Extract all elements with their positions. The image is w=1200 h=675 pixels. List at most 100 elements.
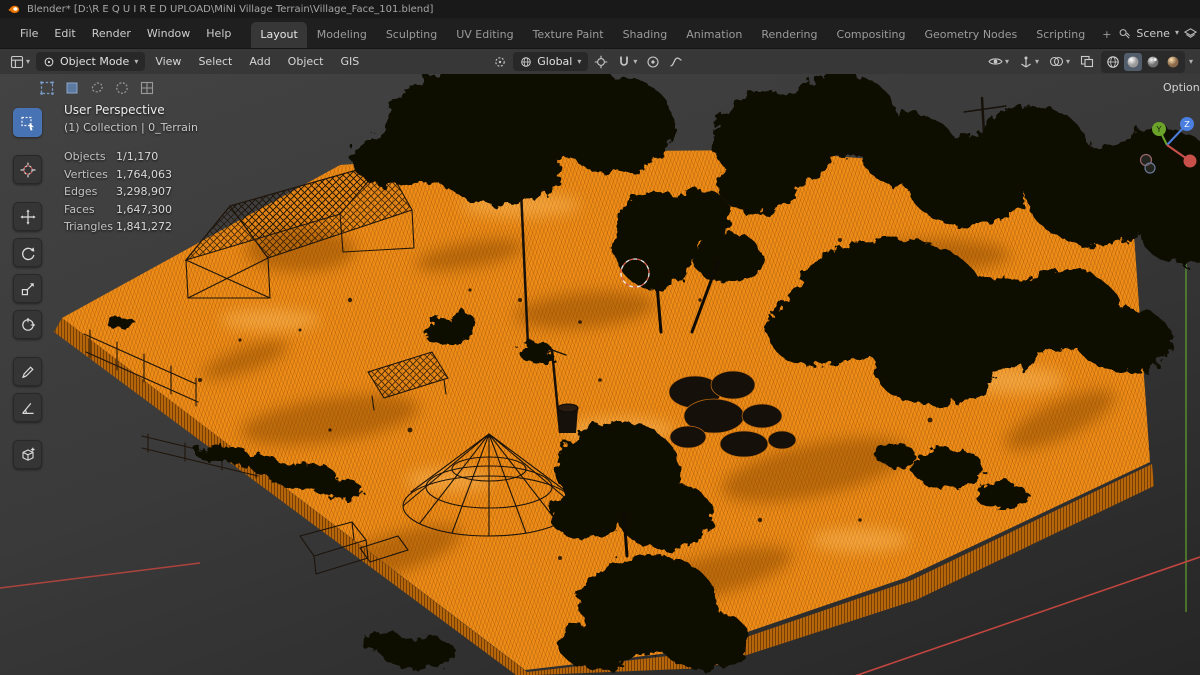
- tab-geometry-nodes[interactable]: Geometry Nodes: [915, 22, 1026, 48]
- viewport-overlay-stats: User Perspective (1) Collection | 0_Terr…: [64, 103, 198, 236]
- tool-measure[interactable]: [13, 393, 42, 422]
- barrel-object[interactable]: [557, 403, 579, 433]
- transform-pivot-button[interactable]: [490, 53, 510, 71]
- scene-name: Scene: [1136, 26, 1170, 40]
- xray-icon: [1080, 55, 1094, 68]
- falloff-curve-icon: [670, 56, 682, 67]
- view-layer-icon[interactable]: [1183, 27, 1197, 40]
- add-cube-icon: [21, 447, 34, 461]
- shading-mode-group: [1100, 50, 1185, 73]
- menu-gis[interactable]: GIS: [334, 52, 367, 71]
- chevron-down-icon: ▾: [1004, 56, 1009, 66]
- cursor-icon: [20, 162, 35, 177]
- tab-layout[interactable]: Layout: [251, 22, 307, 48]
- proportional-editing-button[interactable]: [643, 53, 663, 71]
- editor-type-icon: [10, 55, 24, 68]
- orientation-dropdown[interactable]: Global ▾: [513, 52, 589, 71]
- shading-wireframe-button[interactable]: [1104, 53, 1122, 71]
- tool-annotate[interactable]: [13, 357, 42, 386]
- menu-add[interactable]: Add: [242, 52, 277, 71]
- measure-icon: [21, 402, 34, 414]
- overlays-icon: [1049, 56, 1064, 67]
- viewport-3d[interactable]: Y Z Options: [0, 74, 1200, 675]
- menu-view[interactable]: View: [148, 52, 188, 71]
- menu-select[interactable]: Select: [191, 52, 239, 71]
- scene-icon: [1120, 28, 1131, 39]
- menu-render[interactable]: Render: [84, 23, 139, 44]
- annotate-pencil-icon: [21, 365, 34, 378]
- editor-type-button[interactable]: ▾: [7, 53, 33, 71]
- tool-cursor[interactable]: [13, 155, 42, 184]
- snap-toggle-button[interactable]: ▾: [614, 53, 640, 71]
- menu-window[interactable]: Window: [139, 23, 198, 44]
- options-button[interactable]: Options: [1163, 81, 1200, 94]
- gizmo-axis-negz-ball[interactable]: [1144, 162, 1156, 174]
- tab-rendering[interactable]: Rendering: [752, 22, 826, 48]
- tool-rotate[interactable]: [13, 238, 42, 267]
- object-visibility-button[interactable]: ▾: [985, 53, 1012, 70]
- shading-rendered-button[interactable]: [1164, 53, 1182, 71]
- stat-triangles: Triangles 1,841,272: [64, 220, 172, 233]
- tab-texture-paint[interactable]: Texture Paint: [524, 22, 613, 48]
- quick-select-box-icon[interactable]: [38, 79, 56, 97]
- select-box-icon: [20, 116, 34, 131]
- global-orientation-icon: [521, 56, 532, 67]
- quick-grid-icon[interactable]: [138, 79, 156, 97]
- shading-material-button[interactable]: [1144, 53, 1162, 71]
- mode-label: Object Mode: [60, 55, 130, 68]
- tool-move[interactable]: [13, 202, 42, 231]
- magnet-icon: [620, 56, 629, 66]
- solid-shading-icon: [1127, 56, 1139, 67]
- add-workspace-button[interactable]: +: [1095, 22, 1118, 48]
- gizmo-icon: [1021, 56, 1031, 68]
- quick-select-circle-icon[interactable]: [113, 79, 131, 97]
- chevron-down-icon: ▾: [633, 56, 638, 66]
- tool-select-box[interactable]: [13, 108, 42, 137]
- quick-select-lasso-icon[interactable]: [88, 79, 106, 97]
- tool-add-cube[interactable]: [13, 440, 42, 469]
- gizmo-axis-x-ball[interactable]: [1183, 154, 1197, 168]
- falloff-button[interactable]: [666, 53, 686, 71]
- viewport-quick-tools: [38, 79, 156, 97]
- chevron-down-icon: ▾: [1174, 28, 1179, 37]
- rendered-shading-icon: [1167, 56, 1179, 67]
- pivot-point-icon: [495, 56, 506, 67]
- mode-dropdown[interactable]: Object Mode ▾: [36, 52, 146, 71]
- tab-compositing[interactable]: Compositing: [828, 22, 915, 48]
- workspace-tabs: Layout Modeling Sculpting UV Editing Tex…: [251, 22, 1118, 48]
- tab-modeling[interactable]: Modeling: [308, 22, 376, 48]
- menu-edit[interactable]: Edit: [46, 23, 83, 44]
- show-overlays-button[interactable]: ▾: [1046, 53, 1073, 70]
- tab-shading[interactable]: Shading: [614, 22, 677, 48]
- show-gizmo-button[interactable]: ▾: [1016, 53, 1042, 71]
- tab-sculpting[interactable]: Sculpting: [377, 22, 446, 48]
- menu-help[interactable]: Help: [198, 23, 239, 44]
- scene-selector[interactable]: Scene ▾: [1118, 27, 1199, 40]
- gizmo-z-label: Z: [1184, 120, 1190, 129]
- rotate-icon: [21, 246, 34, 260]
- menu-file[interactable]: File: [12, 23, 46, 44]
- stat-edges: Edges 3,298,907: [64, 185, 172, 198]
- scale-icon: [21, 282, 34, 295]
- xray-toggle-button[interactable]: [1077, 53, 1097, 70]
- shading-solid-button[interactable]: [1123, 52, 1142, 71]
- snap-target-button[interactable]: [591, 53, 611, 71]
- tab-animation[interactable]: Animation: [677, 22, 751, 48]
- snap-target-icon: [595, 55, 608, 68]
- eye-icon: [988, 58, 1003, 65]
- proportional-editing-icon: [647, 55, 659, 68]
- menu-object[interactable]: Object: [281, 52, 331, 71]
- quick-select-filled-icon[interactable]: [63, 79, 81, 97]
- wireframe-shading-icon: [1107, 55, 1119, 68]
- tool-scale[interactable]: [13, 274, 42, 303]
- stat-objects: Objects 1/1,170: [64, 150, 159, 163]
- chevron-down-icon: ▾: [577, 56, 582, 66]
- stat-vertices: Vertices 1,764,063: [64, 167, 172, 181]
- titlebar: Blender* [D:\R E Q U I R E D UPLOAD\MiNi…: [0, 0, 1200, 18]
- blender-logo-icon: [8, 5, 20, 13]
- gizmo-y-label: Y: [1156, 125, 1162, 134]
- tab-uv-editing[interactable]: UV Editing: [447, 22, 522, 48]
- tool-transform[interactable]: [13, 310, 42, 339]
- active-collection-label: (1) Collection | 0_Terrain: [64, 121, 198, 134]
- tab-scripting[interactable]: Scripting: [1027, 22, 1094, 48]
